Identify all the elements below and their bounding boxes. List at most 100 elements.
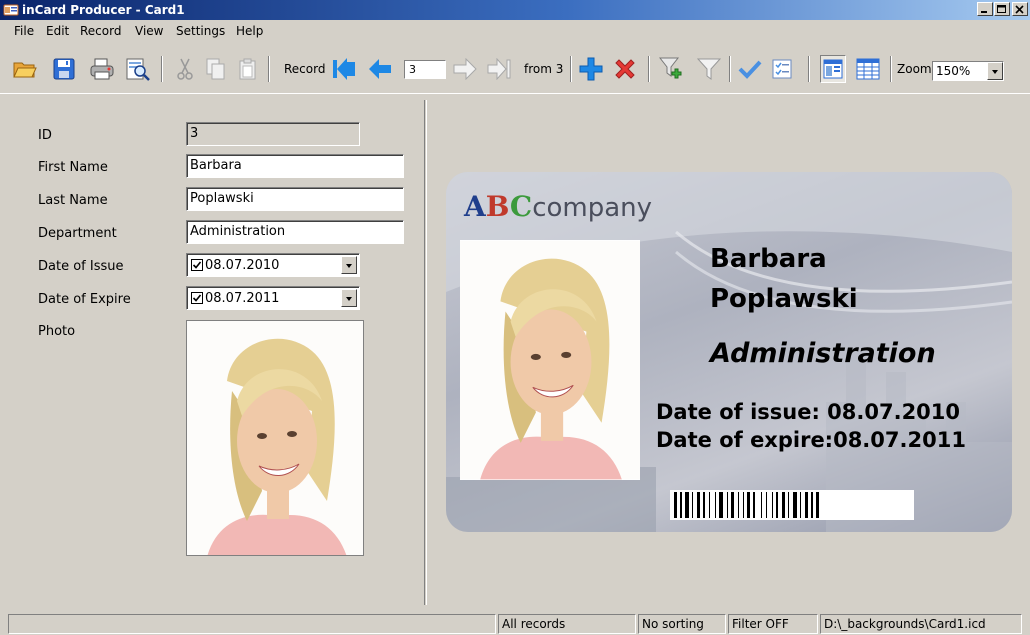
barcode-bar: [697, 492, 700, 518]
form-view-icon[interactable]: [820, 55, 846, 83]
barcode-bar: [685, 492, 689, 518]
barcode-bar: [788, 492, 789, 518]
menu-file[interactable]: File: [14, 24, 34, 38]
next-record-icon[interactable]: [452, 55, 478, 83]
portrait-photo: [187, 321, 363, 555]
toolbar-separator: [729, 56, 731, 82]
status-file-path: D:\_backgrounds\Card1.icd: [820, 614, 1022, 634]
zoom-label: Zoom: [897, 62, 932, 76]
minimize-button[interactable]: [977, 2, 993, 16]
date-of-issue-picker[interactable]: 08.07.2010: [186, 253, 360, 277]
menu-edit[interactable]: Edit: [46, 24, 69, 38]
card-first-name: Barbara: [710, 244, 827, 274]
barcode-bar: [674, 492, 677, 518]
barcode-bar: [800, 492, 801, 518]
first-record-icon[interactable]: [331, 55, 357, 83]
card-expire-date: Date of expire:08.07.2011: [656, 428, 966, 452]
record-number-input[interactable]: 3: [404, 60, 446, 79]
panel-splitter[interactable]: [424, 100, 427, 605]
toolbar-separator: [161, 56, 163, 82]
zoom-select[interactable]: 150%: [932, 61, 1004, 81]
toolbar-separator: [648, 56, 650, 82]
chevron-down-icon[interactable]: [987, 62, 1003, 80]
chevron-down-icon[interactable]: [341, 289, 357, 307]
last-record-icon[interactable]: [486, 55, 512, 83]
status-bar: All records No sorting Filter OFF D:\_ba…: [0, 612, 1030, 635]
photo-field[interactable]: [186, 320, 364, 556]
toolbar-separator: [570, 56, 572, 82]
open-folder-icon[interactable]: [12, 55, 38, 83]
barcode: [670, 490, 914, 520]
menu-help[interactable]: Help: [236, 24, 263, 38]
menu-bar: File Edit Record View Settings Help: [0, 20, 1030, 42]
date-of-expire-checkbox[interactable]: [191, 292, 203, 304]
title-bar: inCard Producer - Card1: [0, 0, 1030, 20]
barcode-bar: [766, 492, 767, 518]
barcode-bar: [793, 492, 797, 518]
photo-label: Photo: [38, 324, 76, 339]
date-of-issue-value: 08.07.2010: [205, 258, 280, 273]
menu-settings[interactable]: Settings: [176, 24, 225, 38]
close-button[interactable]: [1012, 2, 1028, 16]
department-field[interactable]: Administration: [186, 220, 404, 244]
maximize-button[interactable]: [994, 2, 1010, 16]
save-icon[interactable]: [51, 55, 77, 83]
date-of-issue-checkbox[interactable]: [191, 259, 203, 271]
barcode-bar: [772, 492, 773, 518]
date-of-expire-picker[interactable]: 08.07.2011: [186, 286, 360, 310]
chevron-down-icon[interactable]: [341, 256, 357, 274]
toolbar-separator: [808, 56, 810, 82]
card-last-name: Poplawski: [710, 284, 858, 314]
menu-record[interactable]: Record: [80, 24, 121, 38]
print-preview-icon[interactable]: [125, 55, 151, 83]
table-view-icon[interactable]: [855, 55, 881, 83]
logo-letter-c: C: [509, 190, 533, 223]
toolbar-separator: [268, 56, 270, 82]
last-name-field[interactable]: Poplawski: [186, 187, 404, 211]
barcode-bar: [719, 492, 723, 518]
barcode-bar: [816, 492, 819, 518]
cut-icon[interactable]: [172, 55, 198, 83]
card-department: Administration: [710, 338, 936, 369]
barcode-bar: [782, 492, 785, 518]
barcode-bar: [776, 492, 778, 518]
logo-letter-a: A: [464, 190, 486, 223]
first-name-label: First Name: [38, 160, 108, 175]
record-count-label: from 3: [524, 62, 564, 76]
barcode-bar: [753, 492, 755, 518]
status-records: All records: [498, 614, 636, 634]
add-record-icon[interactable]: [578, 55, 604, 83]
barcode-bar: [811, 492, 813, 518]
toolbar: Record 3 from 3 Zoom 150%: [0, 44, 1030, 94]
checklist-icon[interactable]: [769, 55, 795, 83]
first-name-field[interactable]: Barbara: [186, 154, 404, 178]
id-card-preview: ABCcompany Barbara Poplawski Administrat…: [446, 172, 1012, 532]
print-icon[interactable]: [89, 55, 115, 83]
previous-record-icon[interactable]: [367, 55, 393, 83]
zoom-value: 150%: [936, 64, 971, 78]
paste-icon[interactable]: [235, 55, 261, 83]
record-label: Record: [284, 62, 326, 76]
id-label: ID: [38, 128, 52, 143]
department-label: Department: [38, 226, 117, 241]
logo-company-text: company: [532, 193, 653, 223]
app-icon: [3, 2, 19, 18]
barcode-bar: [738, 492, 739, 518]
logo-letter-b: B: [485, 190, 510, 223]
toolbar-separator: [890, 56, 892, 82]
barcode-bar: [727, 492, 728, 518]
status-filter: Filter OFF: [728, 614, 818, 634]
delete-record-icon[interactable]: [612, 55, 638, 83]
barcode-bar: [680, 492, 682, 518]
barcode-bar: [747, 492, 750, 518]
barcode-bar: [703, 492, 705, 518]
date-of-issue-label: Date of Issue: [38, 259, 124, 274]
menu-view[interactable]: View: [135, 24, 163, 38]
barcode-bar: [761, 492, 762, 518]
date-of-expire-value: 08.07.2011: [205, 291, 280, 306]
filter-icon[interactable]: [696, 55, 722, 83]
add-filter-icon[interactable]: [659, 55, 685, 83]
copy-icon[interactable]: [203, 55, 229, 83]
barcode-bar: [731, 492, 734, 518]
checkmark-icon[interactable]: [737, 55, 763, 83]
